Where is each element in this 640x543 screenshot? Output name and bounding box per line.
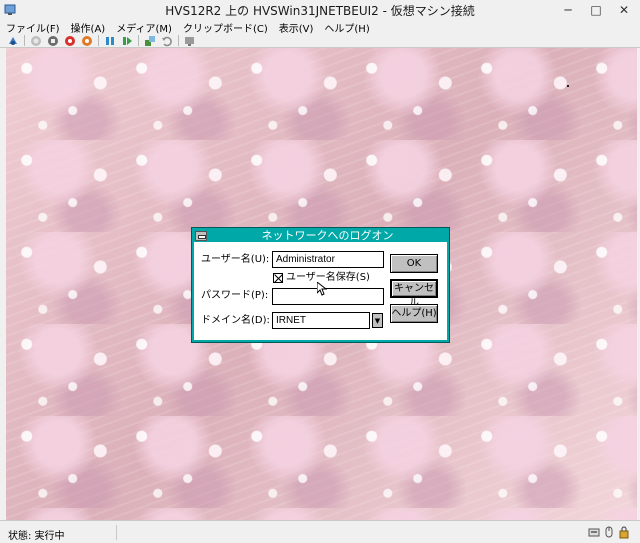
toolbar-separator (138, 35, 139, 46)
revert-icon[interactable] (160, 35, 173, 47)
help-button[interactable]: ヘルプ(H) (390, 304, 438, 323)
save-username-label: ユーザー名保存(S) (286, 272, 370, 283)
turn-off-icon[interactable] (46, 35, 59, 47)
dropdown-arrow-icon: ▼ (374, 316, 381, 325)
minimize-button[interactable]: ─ (554, 0, 582, 20)
menu-media[interactable]: メディア(M) (116, 20, 172, 35)
password-label: パスワード(P): (201, 290, 269, 301)
domain-label: ドメイン名(D): (201, 315, 270, 326)
status-text: 状態: 実行中 (8, 531, 65, 542)
ok-button[interactable]: OK (390, 254, 438, 273)
checkbox-checked-icon (273, 273, 283, 283)
domain-dropdown-button[interactable]: ▼ (372, 313, 383, 328)
close-button[interactable]: ✕ (610, 0, 638, 20)
window-titlebar: HVS12R2 上の HVSWin31JNETBEUI2 - 仮想マシン接続 ─… (0, 0, 640, 20)
ctrl-alt-del-icon[interactable] (6, 35, 19, 47)
dialog-titlebar: ネットワークへのログオン (194, 230, 447, 242)
status-separator (116, 525, 117, 540)
menu-view[interactable]: 表示(V) (279, 20, 314, 35)
window-title: HVS12R2 上の HVSWin31JNETBEUI2 - 仮想マシン接続 (165, 3, 475, 18)
system-menu-icon[interactable] (195, 231, 207, 241)
start-icon[interactable] (29, 35, 42, 47)
menu-file[interactable]: ファイル(F) (6, 20, 60, 35)
toolbar-separator (24, 35, 25, 46)
toolbar (0, 34, 640, 48)
shut-down-icon[interactable] (63, 35, 76, 47)
mouse-icon (605, 526, 613, 538)
mouse-cursor-icon (317, 282, 327, 296)
checkpoint-icon[interactable] (143, 35, 156, 47)
lock-icon (619, 526, 629, 539)
username-field[interactable]: Administrator (272, 251, 384, 268)
vm-connect-icon (4, 4, 16, 15)
menu-clipboard[interactable]: クリップボード(C) (183, 20, 268, 35)
toolbar-separator (98, 35, 99, 46)
keyboard-icon (588, 528, 600, 537)
password-field[interactable] (272, 288, 384, 305)
menu-bar: ファイル(F) 操作(A) メディア(M) クリップボード(C) 表示(V) ヘ… (0, 20, 640, 35)
cancel-button[interactable]: キャンセル (390, 279, 438, 309)
username-label: ユーザー名(U): (201, 254, 270, 265)
enhanced-session-icon[interactable] (183, 35, 196, 47)
save-icon[interactable] (80, 35, 93, 47)
menu-action[interactable]: 操作(A) (71, 20, 106, 35)
dialog-title: ネットワークへのログオン (261, 229, 394, 242)
desktop-speck (567, 85, 569, 87)
menu-help[interactable]: ヘルプ(H) (324, 20, 369, 35)
reset-icon[interactable] (120, 35, 133, 47)
pause-icon[interactable] (103, 35, 116, 47)
toolbar-separator (178, 35, 179, 46)
status-bar: 状態: 実行中 (0, 520, 640, 543)
domain-field[interactable]: IRNET (272, 312, 370, 329)
maximize-button[interactable]: □ (582, 0, 610, 20)
